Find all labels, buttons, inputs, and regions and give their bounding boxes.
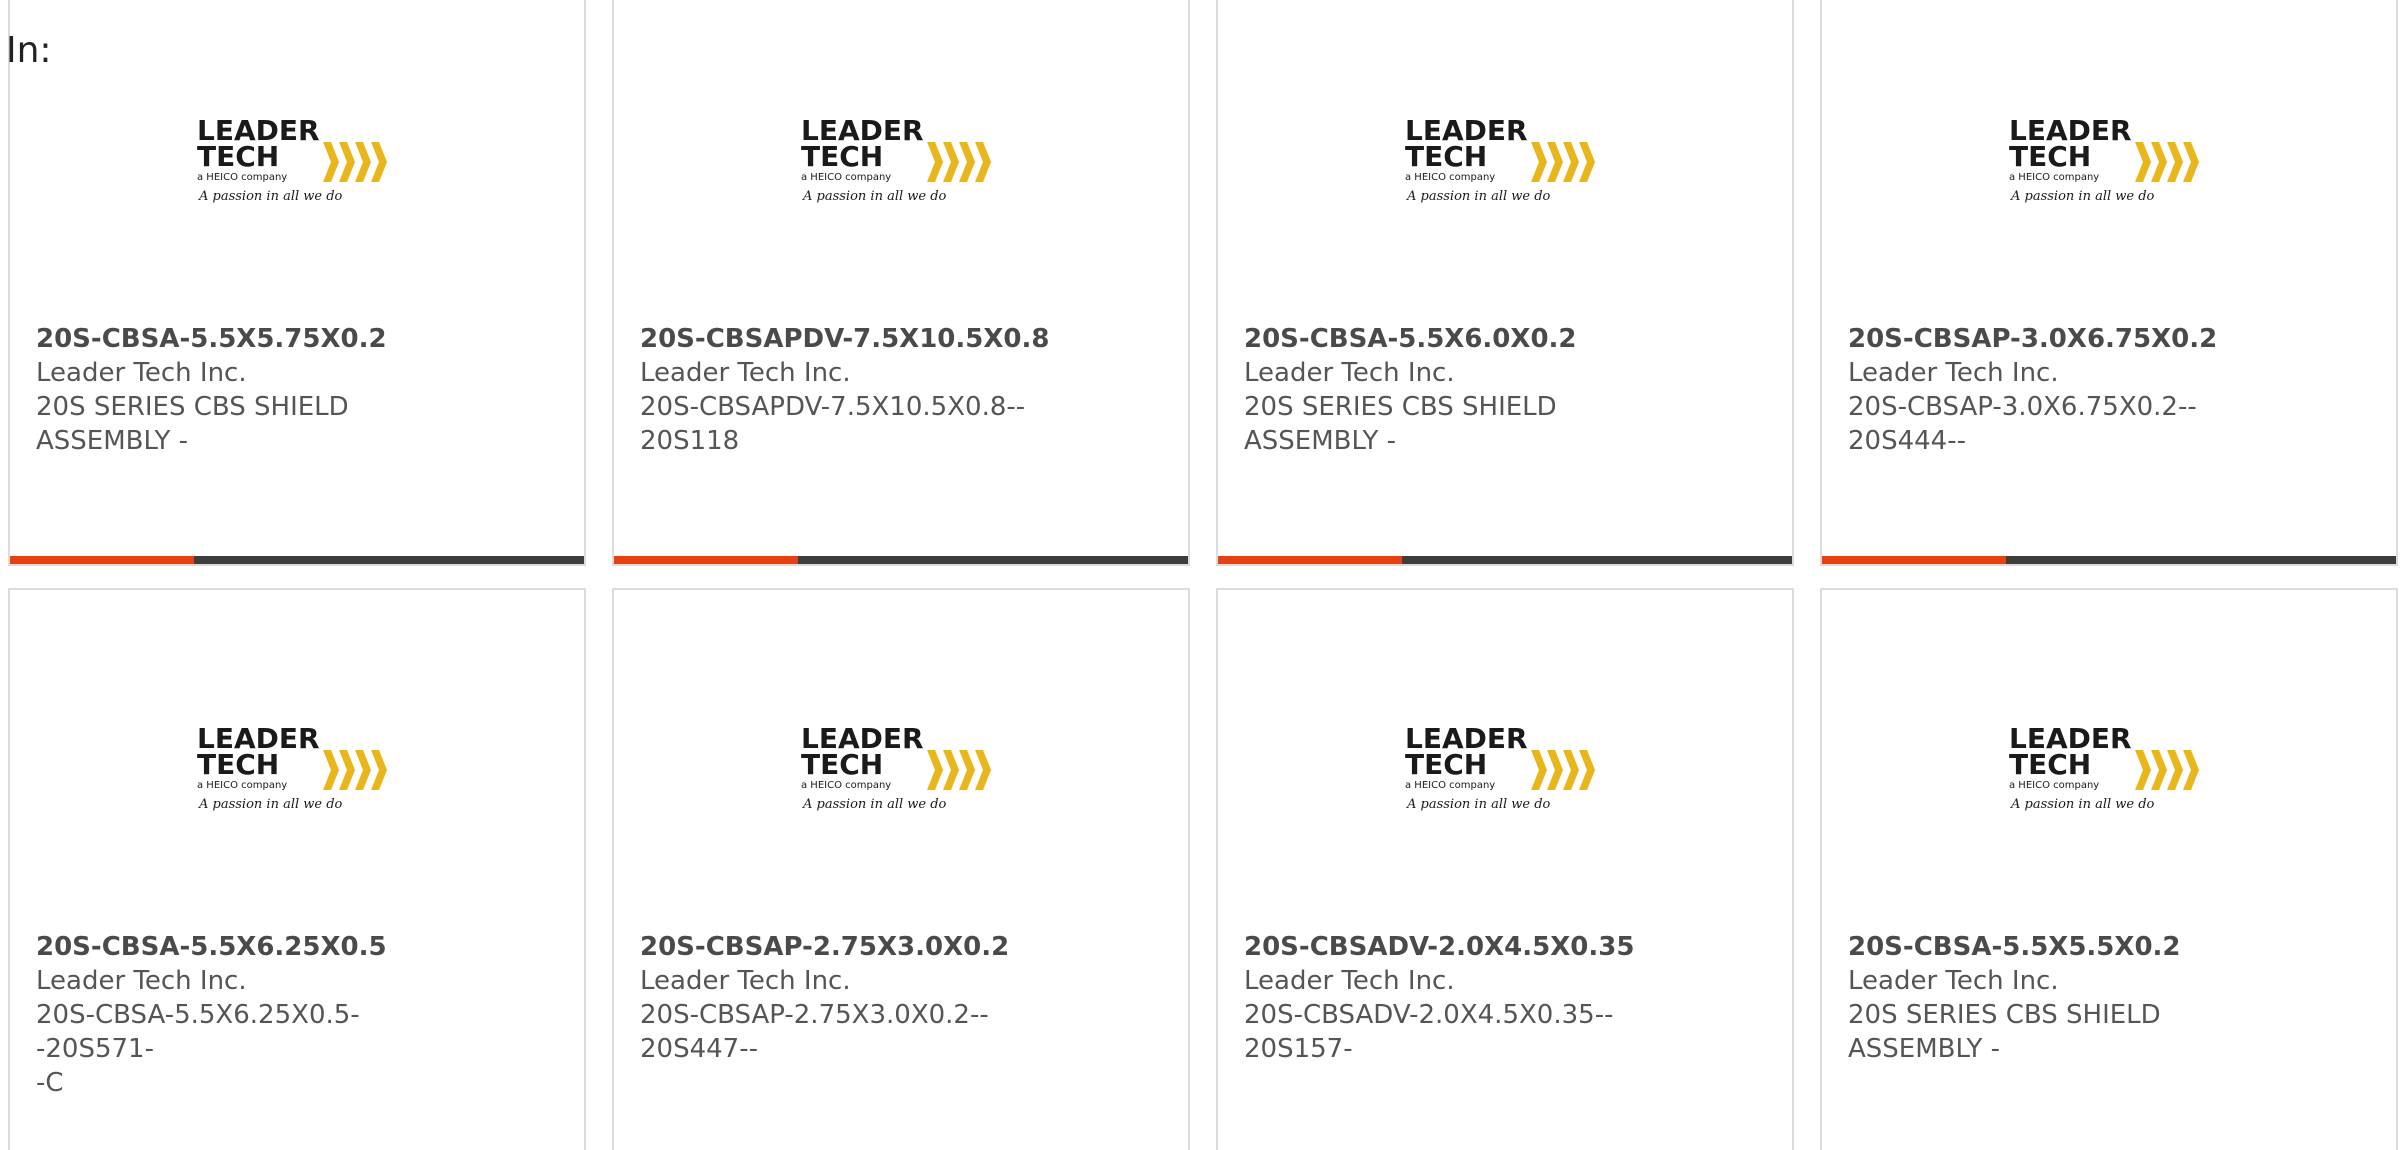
- leader-tech-logo: LEADER TECH a HEICO company A passion in…: [2007, 114, 2211, 206]
- leader-tech-logo: LEADER TECH a HEICO company A passion in…: [195, 722, 399, 814]
- description-line: 20S-CBSADV-2.0X4.5X0.35--: [1244, 1000, 1614, 1030]
- product-card[interactable]: LEADER TECH a HEICO company A passion in…: [612, 0, 1190, 566]
- leader-tech-logo: LEADER TECH a HEICO company A passion in…: [2007, 722, 2211, 814]
- leader-tech-logo: LEADER TECH a HEICO company A passion in…: [799, 722, 1003, 814]
- product-card[interactable]: LEADER TECH a HEICO company A passion in…: [1820, 0, 2398, 566]
- svg-text:a HEICO company: a HEICO company: [1405, 780, 1495, 791]
- progress-bar: [1218, 556, 1792, 564]
- description-line: 20S SERIES CBS SHIELD: [1244, 392, 1557, 422]
- product-card[interactable]: LEADER TECH a HEICO company A passion in…: [1820, 588, 2398, 1150]
- product-grid-page: In: LEADER TECH a HEICO company A passio…: [0, 0, 2400, 1150]
- description-line: -C: [36, 1068, 64, 1098]
- product-card[interactable]: LEADER TECH a HEICO company A passion in…: [8, 588, 586, 1150]
- product-card[interactable]: LEADER TECH a HEICO company A passion in…: [1216, 588, 1794, 1150]
- product-card[interactable]: LEADER TECH a HEICO company A passion in…: [8, 0, 586, 566]
- svg-text:a HEICO company: a HEICO company: [197, 172, 287, 183]
- svg-text:A passion in all we do: A passion in all we do: [1406, 797, 1551, 812]
- progress-bar-fill: [10, 556, 194, 564]
- progress-bar-fill: [1822, 556, 2006, 564]
- part-number[interactable]: 20S-CBSA-5.5X5.5X0.2: [1848, 930, 2288, 964]
- part-number[interactable]: 20S-CBSAP-2.75X3.0X0.2: [640, 930, 1080, 964]
- part-number[interactable]: 20S-CBSA-5.5X5.75X0.2: [36, 322, 476, 356]
- description-line: 20S-CBSA-5.5X6.25X0.5--20S571-: [36, 1000, 360, 1064]
- description-line: 20S-CBSAPDV-7.5X10.5X0.8--: [640, 392, 1026, 422]
- svg-text:TECH: TECH: [801, 140, 883, 173]
- progress-bar: [614, 556, 1188, 564]
- description-line: 20S-CBSAP-2.75X3.0X0.2--: [640, 1000, 989, 1030]
- svg-text:a HEICO company: a HEICO company: [2009, 172, 2099, 183]
- part-number[interactable]: 20S-CBSADV-2.0X4.5X0.35: [1244, 930, 1684, 964]
- svg-text:a HEICO company: a HEICO company: [197, 780, 287, 791]
- svg-text:A passion in all we do: A passion in all we do: [802, 189, 947, 204]
- description-line: 20S157-: [1244, 1034, 1353, 1064]
- svg-text:A passion in all we do: A passion in all we do: [198, 797, 343, 812]
- part-number[interactable]: 20S-CBSA-5.5X6.25X0.5: [36, 930, 476, 964]
- manufacturer: Leader Tech Inc.: [36, 358, 247, 388]
- manufacturer: Leader Tech Inc.: [36, 966, 247, 996]
- svg-text:TECH: TECH: [1405, 748, 1487, 781]
- description-line: ASSEMBLY -: [36, 426, 189, 456]
- description-line: 20S SERIES CBS SHIELD: [1848, 1000, 2161, 1030]
- product-card[interactable]: LEADER TECH a HEICO company A passion in…: [1216, 0, 1794, 566]
- part-number[interactable]: 20S-CBSA-5.5X6.0X0.2: [1244, 322, 1684, 356]
- manufacturer: Leader Tech Inc.: [1244, 966, 1455, 996]
- svg-text:TECH: TECH: [197, 748, 279, 781]
- leader-tech-logo: LEADER TECH a HEICO company A passion in…: [799, 114, 1003, 206]
- description-line: 20S SERIES CBS SHIELD: [36, 392, 349, 422]
- svg-text:A passion in all we do: A passion in all we do: [2010, 189, 2155, 204]
- manufacturer: Leader Tech Inc.: [1244, 358, 1455, 388]
- manufacturer: Leader Tech Inc.: [1848, 358, 2059, 388]
- description-line: ASSEMBLY -: [1244, 426, 1397, 456]
- part-number[interactable]: 20S-CBSAPDV-7.5X10.5X0.8: [640, 322, 1080, 356]
- manufacturer: Leader Tech Inc.: [640, 966, 851, 996]
- product-grid: LEADER TECH a HEICO company A passion in…: [8, 0, 2398, 1150]
- svg-text:a HEICO company: a HEICO company: [2009, 780, 2099, 791]
- svg-text:A passion in all we do: A passion in all we do: [2010, 797, 2155, 812]
- svg-text:a HEICO company: a HEICO company: [801, 780, 891, 791]
- leader-tech-logo: LEADER TECH a HEICO company A passion in…: [195, 114, 399, 206]
- leader-tech-logo: LEADER TECH a HEICO company A passion in…: [1403, 114, 1607, 206]
- description-line: 20S444--: [1848, 426, 1966, 456]
- description-line: 20S447--: [640, 1034, 758, 1064]
- svg-text:A passion in all we do: A passion in all we do: [198, 189, 343, 204]
- in-label: In:: [6, 30, 52, 71]
- progress-bar-fill: [614, 556, 798, 564]
- part-number[interactable]: 20S-CBSAP-3.0X6.75X0.2: [1848, 322, 2288, 356]
- svg-text:a HEICO company: a HEICO company: [1405, 172, 1495, 183]
- svg-text:TECH: TECH: [2009, 140, 2091, 173]
- leader-tech-logo: LEADER TECH a HEICO company A passion in…: [1403, 722, 1607, 814]
- svg-text:TECH: TECH: [801, 748, 883, 781]
- manufacturer: Leader Tech Inc.: [1848, 966, 2059, 996]
- svg-text:TECH: TECH: [197, 140, 279, 173]
- svg-text:A passion in all we do: A passion in all we do: [1406, 189, 1551, 204]
- progress-bar: [10, 556, 584, 564]
- description-line: ASSEMBLY -: [1848, 1034, 2001, 1064]
- svg-text:a HEICO company: a HEICO company: [801, 172, 891, 183]
- product-card[interactable]: LEADER TECH a HEICO company A passion in…: [612, 588, 1190, 1150]
- svg-text:TECH: TECH: [1405, 140, 1487, 173]
- description-line: 20S118: [640, 426, 740, 456]
- description-line: 20S-CBSAP-3.0X6.75X0.2--: [1848, 392, 2197, 422]
- svg-text:A passion in all we do: A passion in all we do: [802, 797, 947, 812]
- progress-bar: [1822, 556, 2396, 564]
- svg-text:TECH: TECH: [2009, 748, 2091, 781]
- progress-bar-fill: [1218, 556, 1402, 564]
- manufacturer: Leader Tech Inc.: [640, 358, 851, 388]
